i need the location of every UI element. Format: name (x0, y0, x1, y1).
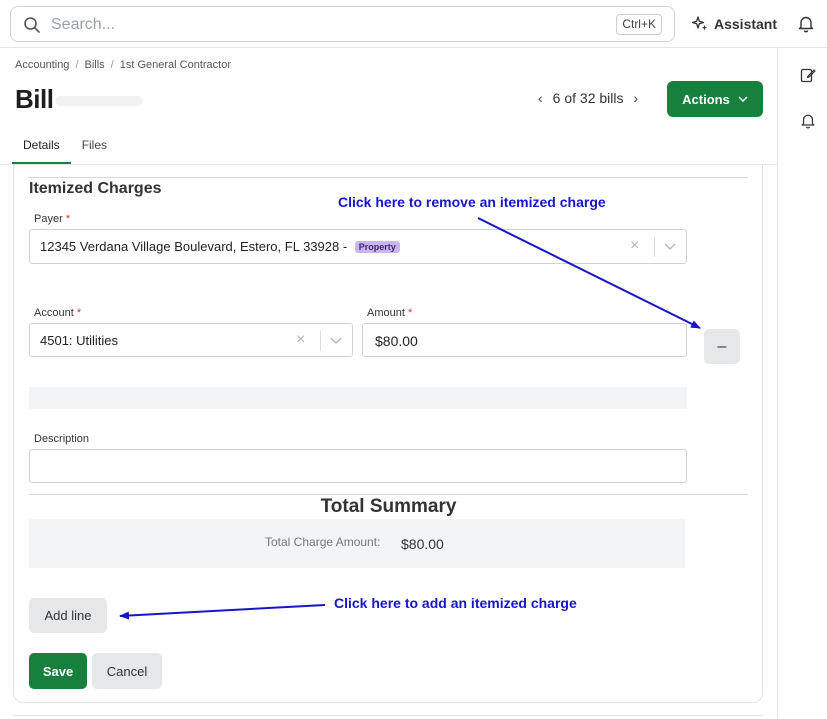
total-summary-title: Total Summary (320, 496, 457, 517)
add-annotation: Click here to add an itemized charge (334, 595, 577, 611)
actions-label: Actions (682, 91, 730, 107)
clear-icon[interactable]: × (296, 331, 305, 349)
tab-bar: Details Files (12, 132, 118, 164)
placeholder-bar (29, 387, 687, 409)
tab-details[interactable]: Details (12, 132, 71, 164)
cancel-button[interactable]: Cancel (92, 653, 162, 689)
sparkle-icon (692, 16, 708, 31)
breadcrumb-accounting[interactable]: Accounting (15, 59, 69, 71)
search-icon (24, 17, 40, 33)
required-marker: * (76, 307, 82, 319)
account-label-text: Account (34, 307, 74, 319)
payer-value-text: 12345 Verdana Village Boulevard, Estero,… (40, 239, 348, 254)
next-card-edge (13, 715, 763, 719)
minus-icon: – (717, 337, 727, 355)
property-badge: Property (354, 241, 400, 253)
payer-label: Payer * (34, 213, 70, 225)
payer-select[interactable]: 12345 Verdana Village Boulevard, Estero,… (29, 229, 687, 264)
amount-label: Amount * (367, 307, 412, 319)
section-divider (29, 494, 748, 495)
breadcrumb-separator: / (75, 59, 79, 71)
notes-icon[interactable] (800, 67, 816, 83)
page-title: Bill (15, 84, 54, 114)
required-marker: * (65, 213, 71, 225)
account-select[interactable]: 4501: Utilities × (29, 323, 353, 357)
account-value: 4501: Utilities (40, 333, 119, 348)
pager-text: 6 of 32 bills (552, 90, 624, 106)
bill-pager: ‹ 6 of 32 bills › (538, 90, 638, 106)
chevron-left-icon[interactable]: ‹ (538, 90, 543, 106)
payer-label-text: Payer (34, 213, 63, 225)
amount-value: $80.00 (375, 333, 418, 349)
assistant-button[interactable]: Assistant (692, 14, 777, 34)
dropdown-separator (654, 237, 655, 257)
redacted-title-detail (55, 96, 143, 106)
remove-annotation: Click here to remove an itemized charge (338, 194, 606, 210)
section-divider (29, 177, 748, 178)
account-label: Account * (34, 307, 81, 319)
total-charge-label: Total Charge Amount: (265, 535, 381, 549)
add-line-button[interactable]: Add line (29, 598, 107, 633)
description-label: Description (34, 433, 90, 445)
breadcrumb-bills[interactable]: Bills (85, 59, 105, 71)
remove-line-button[interactable]: – (704, 329, 740, 364)
bell-icon[interactable] (798, 15, 814, 33)
required-marker: * (407, 307, 413, 319)
breadcrumb: Accounting / Bills / 1st General Contrac… (15, 59, 231, 71)
clear-icon[interactable]: × (630, 237, 639, 255)
save-button[interactable]: Save (29, 653, 87, 689)
description-input[interactable] (29, 449, 687, 483)
bell-icon[interactable] (800, 113, 816, 129)
total-charge-value: $80.00 (401, 536, 444, 552)
chevron-down-icon[interactable] (664, 243, 676, 251)
assistant-label: Assistant (714, 16, 778, 32)
chevron-down-icon[interactable] (330, 337, 342, 345)
right-rail (777, 48, 827, 719)
search-box[interactable]: Search... Ctrl+K (10, 6, 675, 42)
dropdown-separator (320, 331, 321, 351)
amount-input[interactable]: $80.00 (362, 323, 687, 357)
chevron-right-icon[interactable]: › (634, 90, 639, 106)
payer-value: 12345 Verdana Village Boulevard, Estero,… (40, 239, 400, 254)
amount-label-text: Amount (367, 307, 405, 319)
tab-files[interactable]: Files (71, 132, 118, 164)
itemized-charges-title: Itemized Charges (29, 180, 162, 197)
actions-button[interactable]: Actions (667, 81, 763, 117)
breadcrumb-contractor[interactable]: 1st General Contractor (120, 59, 231, 71)
top-bar: Search... Ctrl+K Assistant (0, 0, 827, 48)
search-shortcut: Ctrl+K (616, 14, 662, 35)
breadcrumb-separator: / (110, 59, 114, 71)
search-placeholder: Search... (51, 16, 116, 33)
chevron-down-icon (738, 96, 748, 102)
